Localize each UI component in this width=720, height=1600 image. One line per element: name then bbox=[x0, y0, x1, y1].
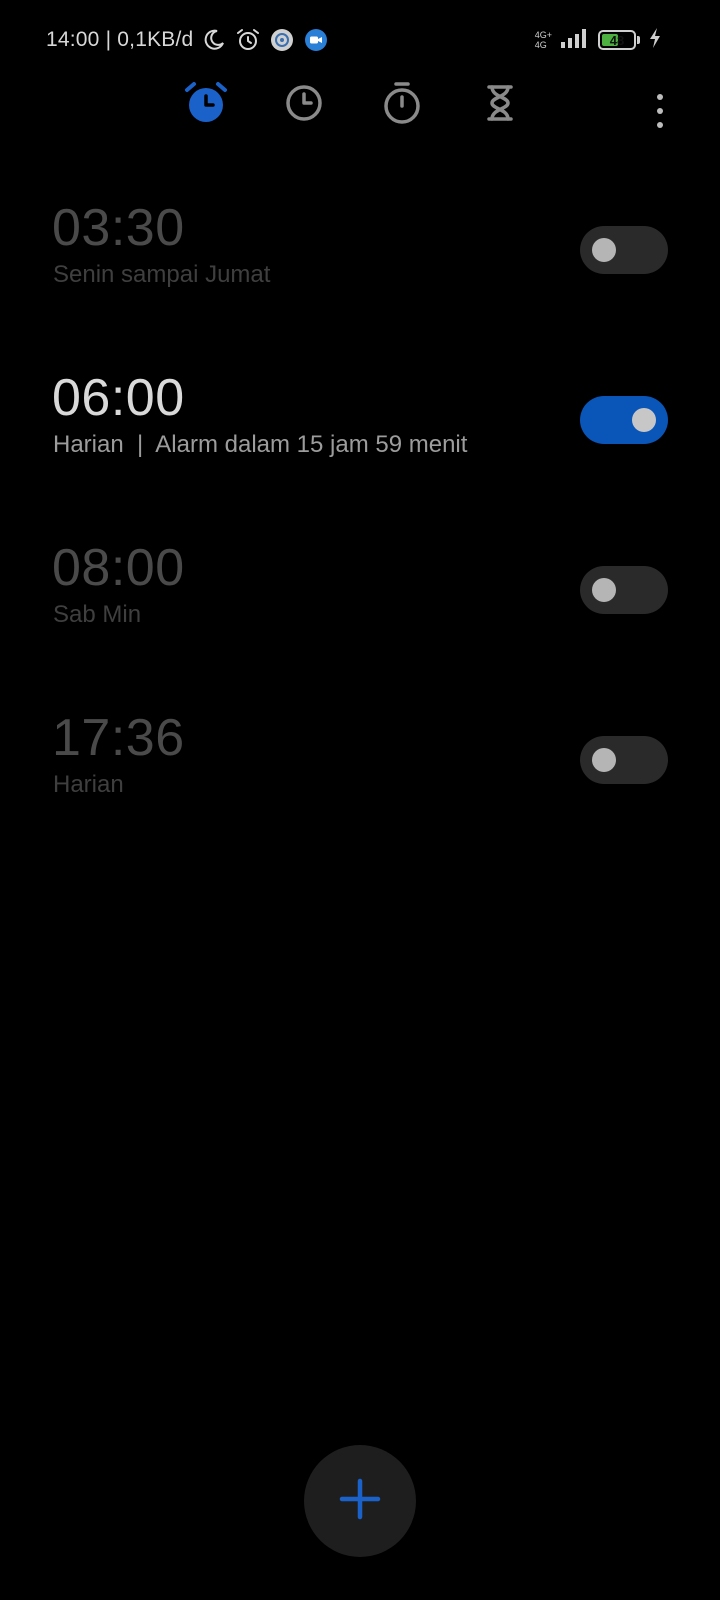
alarm-repeat-label: Harian | Alarm dalam 15 jam 59 menit bbox=[53, 431, 468, 458]
tab-alarm[interactable] bbox=[181, 80, 231, 130]
plus-icon bbox=[338, 1477, 382, 1526]
add-alarm-button[interactable] bbox=[304, 1445, 416, 1557]
tab-stopwatch[interactable] bbox=[377, 80, 427, 130]
charging-bolt-icon bbox=[648, 27, 662, 54]
alarm-item[interactable]: 03:30 Senin sampai Jumat bbox=[0, 170, 720, 340]
more-dot bbox=[657, 122, 663, 128]
more-dot bbox=[657, 108, 663, 114]
hourglass-icon bbox=[483, 83, 517, 128]
alarm-toggle[interactable] bbox=[580, 226, 668, 274]
status-bar: 14:00 | 0,1KB/d 4G+ 4G 48 bbox=[0, 0, 720, 80]
tab-timer[interactable] bbox=[475, 80, 525, 130]
more-options-icon[interactable] bbox=[650, 94, 670, 128]
alarm-time: 08:00 bbox=[52, 539, 185, 597]
battery-level: 48 bbox=[609, 32, 625, 48]
more-dot bbox=[657, 94, 663, 100]
network-type-bottom: 4G bbox=[534, 40, 547, 50]
alarm-item[interactable]: 08:00 Sab Min bbox=[0, 510, 720, 680]
stopwatch-icon bbox=[382, 81, 422, 130]
toggle-knob bbox=[632, 408, 656, 432]
status-right: 4G+ 4G 48 bbox=[535, 26, 662, 54]
toggle-knob bbox=[592, 578, 616, 602]
alarm-time: 06:00 bbox=[52, 369, 185, 427]
alarm-repeat-label: Senin sampai Jumat bbox=[53, 261, 271, 288]
alarm-repeat-label: Harian bbox=[53, 771, 124, 798]
alarm-toggle[interactable] bbox=[580, 396, 668, 444]
battery-icon: 48 bbox=[598, 30, 640, 50]
network-type: 4G+ 4G bbox=[535, 30, 552, 50]
toggle-knob bbox=[592, 238, 616, 262]
alarm-toggle[interactable] bbox=[580, 736, 668, 784]
tab-world-clock[interactable] bbox=[279, 80, 329, 130]
signal-icon bbox=[560, 27, 590, 54]
alarm-time: 17:36 bbox=[52, 709, 185, 767]
status-left: 14:00 | 0,1KB/d bbox=[46, 24, 329, 56]
alarm-item[interactable]: 17:36 Harian bbox=[0, 680, 720, 850]
network-type-top: 4G+ bbox=[534, 30, 552, 40]
alarm-status-icon bbox=[235, 27, 261, 53]
alarm-clock-icon bbox=[183, 80, 229, 131]
app-notification-icon bbox=[269, 27, 295, 53]
toggle-knob bbox=[592, 748, 616, 772]
alarm-repeat-label: Sab Min bbox=[53, 601, 142, 628]
status-time-data: 14:00 | 0,1KB/d bbox=[46, 28, 194, 51]
moon-icon bbox=[201, 27, 227, 53]
alarm-list: 03:30 Senin sampai Jumat 06:00 Harian | … bbox=[0, 170, 720, 850]
alarm-toggle[interactable] bbox=[580, 566, 668, 614]
alarm-item[interactable]: 06:00 Harian | Alarm dalam 15 jam 59 men… bbox=[0, 340, 720, 510]
clock-icon bbox=[284, 83, 324, 128]
video-call-icon bbox=[303, 27, 329, 53]
alarm-time: 03:30 bbox=[52, 199, 185, 257]
tab-bar bbox=[0, 80, 720, 130]
